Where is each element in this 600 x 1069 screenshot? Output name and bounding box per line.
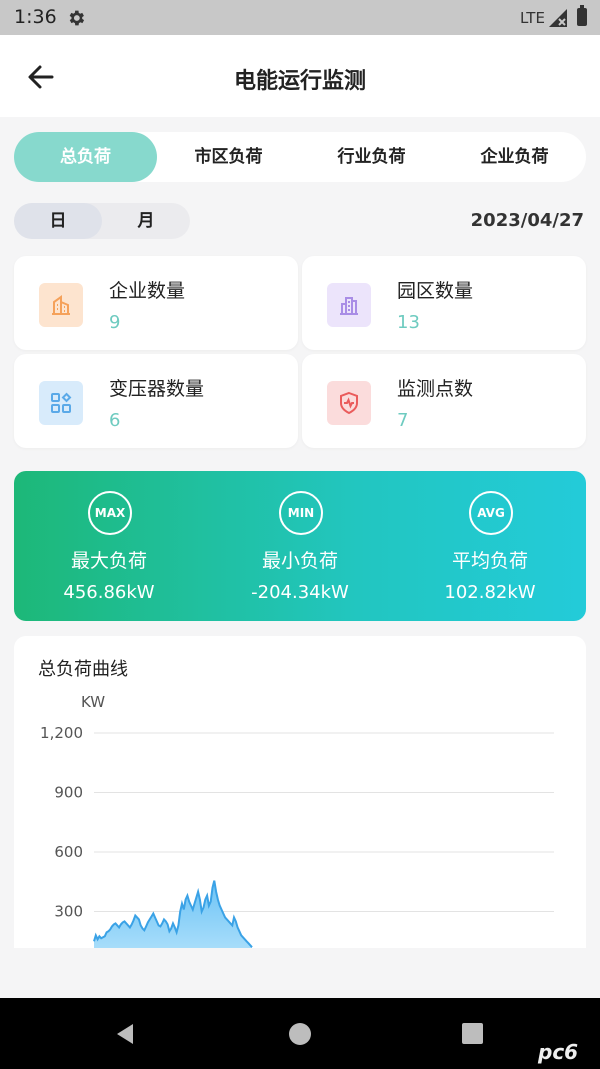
stat-value: 6	[109, 410, 121, 431]
stat-label: 企业数量	[109, 280, 186, 302]
period-day-button[interactable]: 日	[14, 203, 102, 239]
metric-label: 平均负荷	[451, 550, 528, 572]
tab-enterprise-load[interactable]: 企业负荷	[443, 132, 586, 182]
stat-label: 变压器数量	[109, 378, 205, 400]
tab-city-load[interactable]: 市区负荷	[157, 132, 300, 182]
page-title: 电能运行监测	[233, 69, 366, 94]
load-curve-chart[interactable]: 300 600 900 1,200	[14, 636, 586, 948]
y-tick-label: 300	[54, 903, 83, 921]
park-buildings-icon	[327, 283, 371, 327]
battery-icon	[577, 5, 587, 26]
network-type: LTE	[520, 9, 545, 27]
y-tick-label: 600	[54, 843, 83, 861]
metric-value: 456.86kW	[63, 582, 155, 603]
gear-icon	[69, 10, 85, 26]
metric-min: MIN 最小负荷 -204.34kW	[205, 471, 395, 621]
y-tick-label: 900	[54, 784, 83, 802]
metric-value: -204.34kW	[251, 582, 349, 603]
stat-label: 监测点数	[397, 378, 474, 400]
transformer-grid-icon	[39, 381, 83, 425]
avg-badge: AVG	[469, 491, 513, 535]
tab-total-load[interactable]: 总负荷	[14, 132, 157, 182]
load-type-tabs: 总负荷 市区负荷 行业负荷 企业负荷	[14, 132, 586, 182]
load-summary-banner: MAX 最大负荷 456.86kW MIN 最小负荷 -204.34kW AVG…	[14, 471, 586, 621]
page-bottom	[0, 948, 600, 998]
date-display[interactable]: 2023/04/27	[471, 210, 584, 231]
metric-max: MAX 最大负荷 456.86kW	[14, 471, 204, 621]
status-time: 1:36	[14, 6, 57, 28]
series-area	[94, 880, 252, 948]
stat-value: 9	[109, 312, 121, 333]
building-icon	[39, 283, 83, 327]
signal-icon	[549, 9, 567, 27]
metric-label: 最大负荷	[70, 550, 147, 572]
metric-avg: AVG 平均负荷 102.82kW	[395, 471, 585, 621]
stat-label: 园区数量	[397, 280, 474, 302]
stat-card-enterprises[interactable]: 企业数量 9	[14, 256, 298, 350]
back-triangle-icon[interactable]	[113, 1022, 137, 1046]
metric-value: 102.82kW	[444, 582, 536, 603]
period-toggle: 日 月	[14, 203, 190, 239]
stat-value: 13	[397, 312, 420, 333]
stat-value: 7	[397, 410, 409, 431]
watermark-logo: pc6	[538, 1040, 579, 1064]
y-tick-label: 1,200	[40, 724, 83, 742]
metric-label: 最小负荷	[261, 550, 338, 572]
tab-industry-load[interactable]: 行业负荷	[300, 132, 443, 182]
recent-square-icon[interactable]	[462, 1023, 483, 1044]
stat-card-monitor-points[interactable]: 监测点数 7	[302, 354, 586, 448]
shield-pulse-icon	[327, 381, 371, 425]
stat-card-parks[interactable]: 园区数量 13	[302, 256, 586, 350]
min-badge: MIN	[279, 491, 323, 535]
home-circle-icon[interactable]	[289, 1023, 311, 1045]
max-badge: MAX	[88, 491, 132, 535]
load-curve-card: 总负荷曲线 KW 300 600 900 1,200	[14, 636, 586, 948]
stat-card-transformers[interactable]: 变压器数量 6	[14, 354, 298, 448]
period-month-button[interactable]: 月	[102, 203, 190, 239]
status-bar	[0, 0, 600, 35]
